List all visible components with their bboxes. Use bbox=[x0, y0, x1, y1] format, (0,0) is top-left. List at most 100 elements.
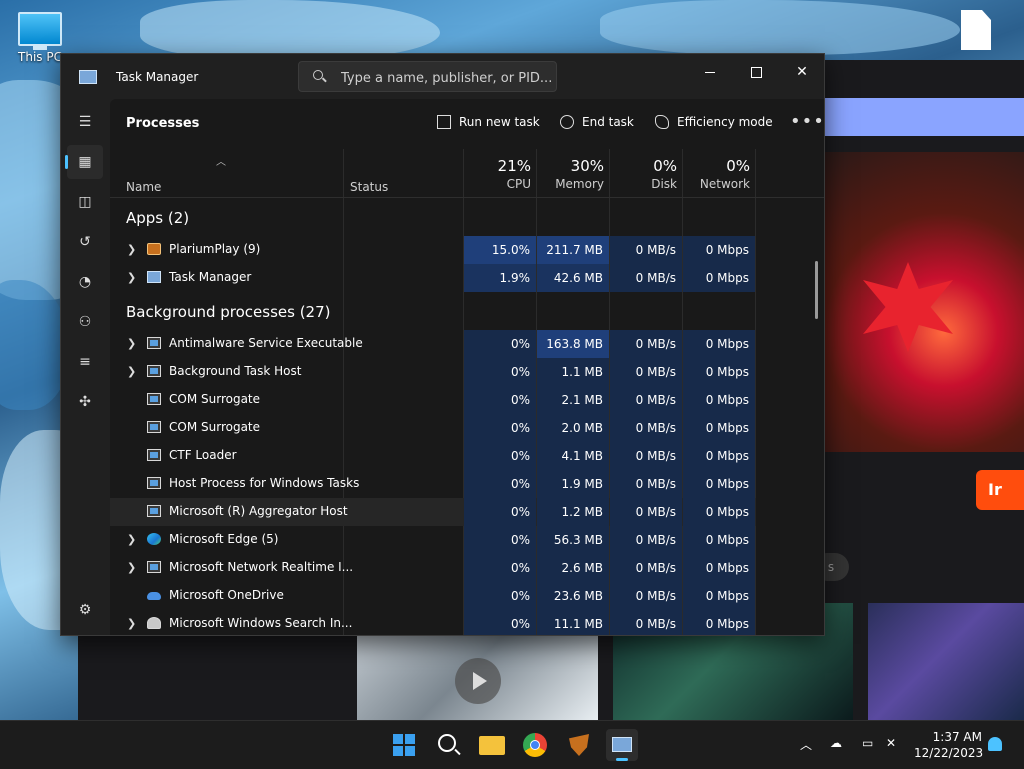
nav-startup-apps[interactable]: ◔ bbox=[67, 265, 103, 299]
table-row[interactable]: Microsoft OneDrive 0% 23.6 MB 0 MB/s 0 M… bbox=[110, 582, 756, 610]
notification-bell-icon[interactable] bbox=[988, 737, 1002, 751]
disk-cell: 0 MB/s bbox=[610, 470, 682, 498]
nav-details[interactable]: ≡ bbox=[67, 345, 103, 379]
clock[interactable]: 1:37 AM 12/22/2023 bbox=[914, 729, 983, 761]
monitor-icon bbox=[18, 12, 62, 46]
run-new-task-button[interactable]: Run new task bbox=[437, 115, 540, 129]
minimize-button[interactable] bbox=[687, 58, 733, 88]
volume-muted-icon[interactable]: ✕ bbox=[886, 736, 896, 750]
chrome-button[interactable] bbox=[519, 729, 551, 761]
chevron-right-icon[interactable]: ❯ bbox=[127, 365, 136, 378]
process-table: ︿ Name Status 21% CPU 30% Memory 0% Disk… bbox=[110, 149, 824, 635]
close-button[interactable]: ✕ bbox=[779, 58, 824, 88]
plarium-play-button[interactable] bbox=[563, 729, 595, 761]
nav-app-history[interactable]: ↺ bbox=[67, 225, 103, 259]
plarium-icon bbox=[147, 243, 161, 255]
efficiency-mode-button[interactable]: Efficiency mode bbox=[655, 115, 773, 129]
table-row[interactable]: ❯ Background Task Host 0% 1.1 MB 0 MB/s … bbox=[110, 358, 756, 386]
column-header-disk[interactable]: 0% Disk bbox=[610, 157, 677, 191]
table-row[interactable]: ❯ Task Manager 1.9% 42.6 MB 0 MB/s 0 Mbp… bbox=[110, 264, 756, 292]
memory-cell: 23.6 MB bbox=[537, 582, 609, 610]
display-icon[interactable]: ▭ bbox=[862, 736, 873, 750]
table-row[interactable]: COM Surrogate 0% 2.0 MB 0 MB/s 0 Mbps bbox=[110, 414, 756, 442]
cpu-cell: 0% bbox=[464, 582, 536, 610]
taskbar-search-button[interactable] bbox=[432, 729, 464, 761]
disk-cell: 0 MB/s bbox=[610, 358, 682, 386]
chevron-right-icon[interactable]: ❯ bbox=[127, 271, 136, 284]
windows-logo-icon bbox=[393, 734, 403, 744]
video-thumbnail[interactable] bbox=[868, 603, 1024, 720]
network-icon[interactable]: ☁ bbox=[830, 736, 842, 750]
cpu-cell: 0% bbox=[464, 386, 536, 414]
chrome-icon bbox=[523, 733, 547, 757]
network-cell: 0 Mbps bbox=[683, 554, 755, 582]
file-explorer-button[interactable] bbox=[476, 729, 508, 761]
chevron-right-icon[interactable]: ❯ bbox=[127, 561, 136, 574]
table-row[interactable]: Host Process for Windows Tasks 0% 1.9 MB… bbox=[110, 470, 756, 498]
table-row[interactable]: ❯ Antimalware Service Executable 0% 163.… bbox=[110, 330, 756, 358]
chevron-right-icon[interactable]: ❯ bbox=[127, 533, 136, 546]
taskbar: ︿ ☁ ▭ ✕ 1:37 AM 12/22/2023 bbox=[0, 720, 1024, 769]
column-header-cpu[interactable]: 21% CPU bbox=[464, 157, 531, 191]
banner-bar bbox=[823, 98, 1024, 136]
nav-processes[interactable]: ▦ bbox=[65, 145, 103, 179]
vertical-scrollbar[interactable] bbox=[815, 261, 818, 319]
maximize-button[interactable] bbox=[733, 58, 779, 88]
show-hidden-icons-button[interactable]: ︿ bbox=[800, 736, 812, 753]
performance-icon: ◫ bbox=[78, 194, 92, 210]
task-manager-icon bbox=[612, 737, 632, 752]
table-row[interactable]: CTF Loader 0% 4.1 MB 0 MB/s 0 Mbps bbox=[110, 442, 756, 470]
table-row[interactable]: ❯ Microsoft Network Realtime I... 0% 2.6… bbox=[110, 554, 756, 582]
group-header-apps[interactable]: Apps (2) bbox=[126, 209, 189, 227]
desktop-icon-this-pc[interactable]: This PC bbox=[14, 12, 66, 64]
desktop-icon-file[interactable] bbox=[958, 10, 994, 50]
network-cell: 0 Mbps bbox=[683, 386, 755, 414]
document-icon bbox=[961, 10, 991, 50]
hamburger-menu-button[interactable]: ☰ bbox=[67, 105, 103, 139]
title-bar[interactable]: Task Manager ✕ bbox=[61, 54, 824, 99]
command-bar: Processes Run new task End task Efficien… bbox=[110, 99, 824, 149]
chevron-right-icon[interactable]: ❯ bbox=[127, 337, 136, 350]
task-manager-window: Task Manager ✕ ☰ ▦ ◫ ↺ ◔ ⚇ ≡ ✣ ⚙ Process… bbox=[60, 53, 825, 636]
disk-cell: 0 MB/s bbox=[610, 526, 682, 554]
group-header-background[interactable]: Background processes (27) bbox=[126, 303, 331, 321]
column-header-name[interactable]: Name bbox=[126, 180, 161, 194]
maximize-icon bbox=[750, 66, 762, 78]
disk-cell: 0 MB/s bbox=[610, 386, 682, 414]
memory-cell: 211.7 MB bbox=[537, 236, 609, 264]
memory-cell: 1.2 MB bbox=[537, 498, 609, 526]
nav-performance[interactable]: ◫ bbox=[67, 185, 103, 219]
table-row[interactable]: COM Surrogate 0% 2.1 MB 0 MB/s 0 Mbps bbox=[110, 386, 756, 414]
table-row[interactable]: ❯ PlariumPlay (9) 15.0% 211.7 MB 0 MB/s … bbox=[110, 236, 756, 264]
memory-cell: 2.1 MB bbox=[537, 386, 609, 414]
nav-settings[interactable]: ⚙ bbox=[67, 593, 103, 627]
search-box[interactable] bbox=[298, 61, 557, 92]
process-rows: Apps (2) ❯ PlariumPlay (9) 15.0% 211.7 M… bbox=[110, 198, 815, 635]
history-icon: ↺ bbox=[79, 234, 91, 250]
disk-cell: 0 MB/s bbox=[610, 330, 682, 358]
users-icon: ⚇ bbox=[78, 314, 92, 330]
cta-button[interactable]: Ir bbox=[976, 470, 1024, 510]
chevron-right-icon[interactable]: ❯ bbox=[127, 243, 136, 256]
table-row-hovered[interactable]: Microsoft (R) Aggregator Host 0% 1.2 MB … bbox=[110, 498, 756, 526]
table-row[interactable]: ❯ Microsoft Windows Search In... 0% 11.1… bbox=[110, 610, 756, 635]
chevron-right-icon[interactable]: ❯ bbox=[127, 617, 136, 630]
task-manager-taskbar-button[interactable] bbox=[606, 729, 638, 761]
service-icon bbox=[147, 365, 161, 377]
page-title: Processes bbox=[126, 116, 200, 131]
table-header: ︿ Name Status 21% CPU 30% Memory 0% Disk… bbox=[110, 149, 824, 198]
network-cell: 0 Mbps bbox=[683, 610, 755, 635]
column-header-network[interactable]: 0% Network bbox=[683, 157, 750, 191]
more-options-button[interactable]: ••• bbox=[790, 111, 824, 132]
column-header-status[interactable]: Status bbox=[350, 180, 388, 194]
nav-services[interactable]: ✣ bbox=[67, 385, 103, 419]
search-input[interactable] bbox=[339, 67, 553, 89]
play-icon[interactable] bbox=[455, 658, 501, 704]
window-title: Task Manager bbox=[116, 70, 199, 84]
nav-users[interactable]: ⚇ bbox=[67, 305, 103, 339]
end-task-button[interactable]: End task bbox=[560, 115, 634, 129]
column-header-memory[interactable]: 30% Memory bbox=[537, 157, 604, 191]
navigation-rail: ☰ ▦ ◫ ↺ ◔ ⚇ ≡ ✣ ⚙ bbox=[61, 99, 109, 635]
start-button[interactable] bbox=[388, 729, 420, 761]
table-row[interactable]: ❯ Microsoft Edge (5) 0% 56.3 MB 0 MB/s 0… bbox=[110, 526, 756, 554]
